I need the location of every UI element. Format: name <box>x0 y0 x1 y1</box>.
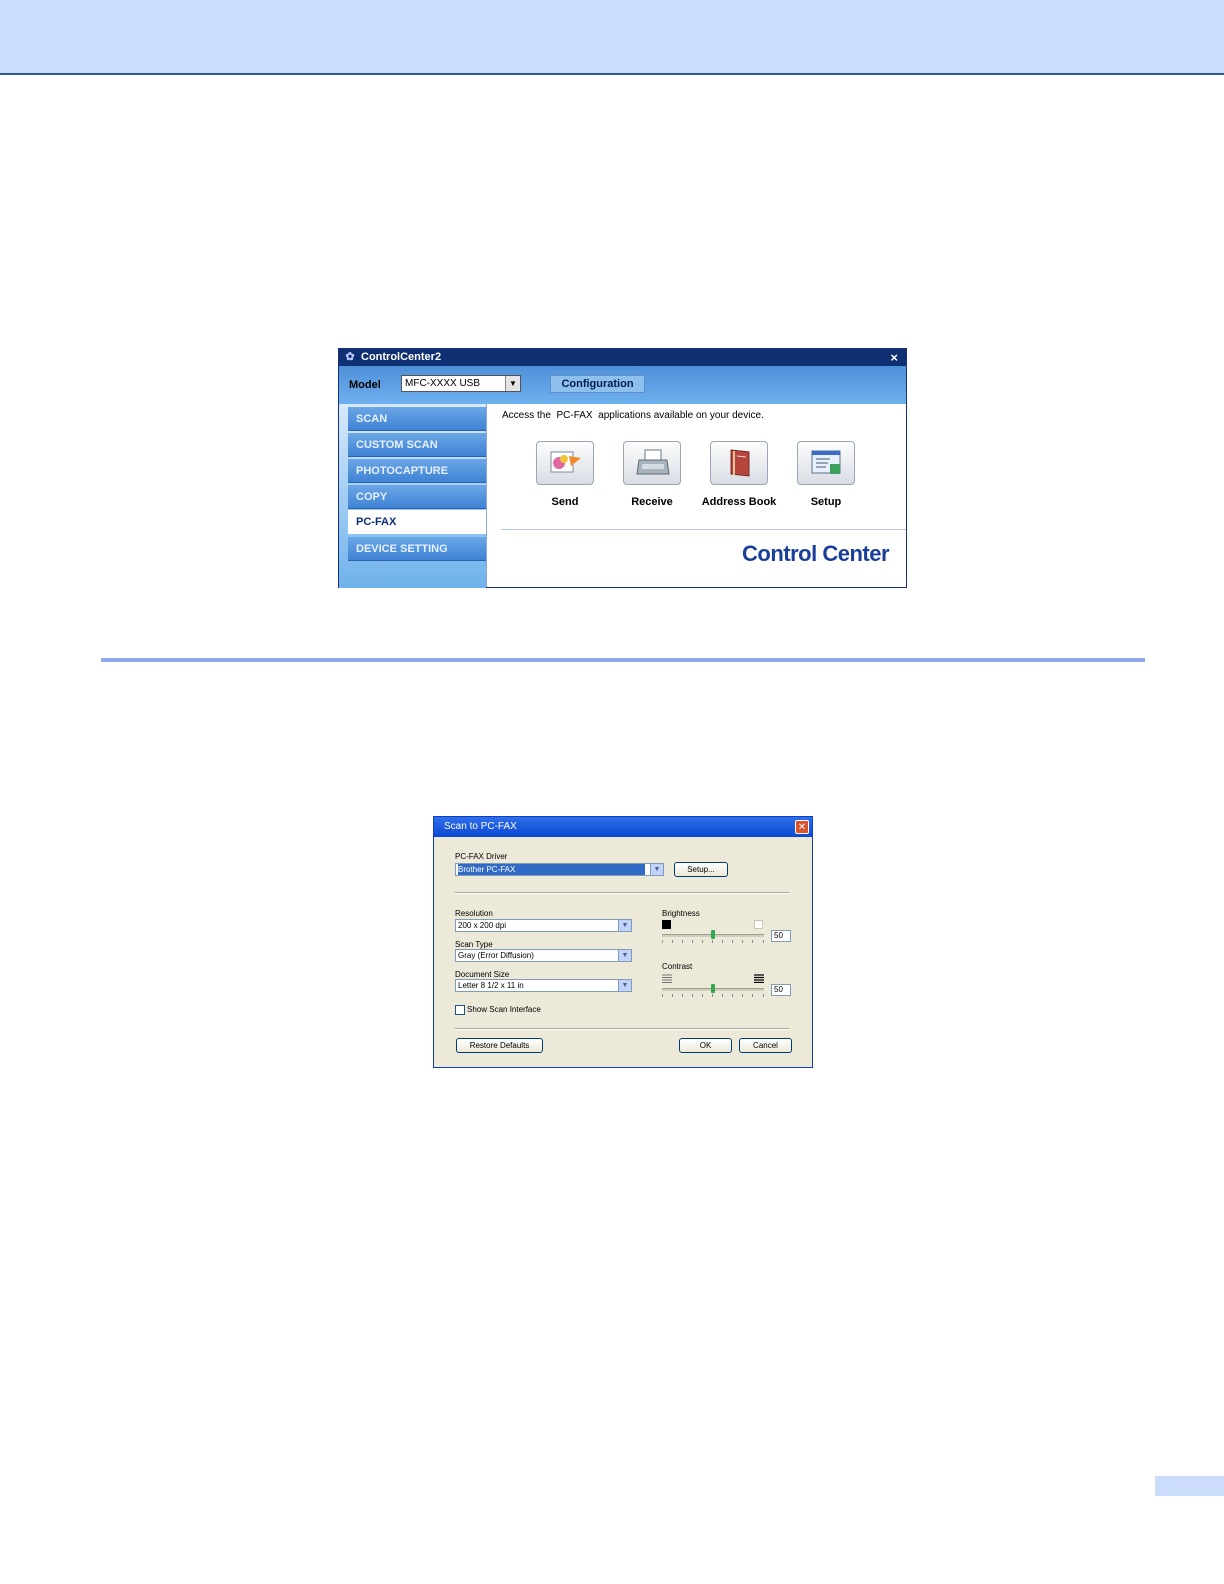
high-contrast-icon <box>754 974 764 983</box>
window-titlebar: ✿ ControlCenter2 × <box>339 349 906 366</box>
section-rule <box>101 658 1145 662</box>
setup-label: Setup <box>810 496 842 508</box>
send-icon <box>550 451 581 473</box>
send-label: Send <box>551 496 579 508</box>
page-header-band <box>0 0 1224 75</box>
document-size-label: Document Size <box>455 970 510 979</box>
show-scan-interface-checkbox[interactable] <box>455 1005 465 1015</box>
address-book-label: Address Book <box>701 496 777 508</box>
dialog-close-icon[interactable]: ✕ <box>795 820 809 834</box>
setup-button[interactable]: Setup... <box>674 862 728 877</box>
dialog-titlebar: Scan to PC-FAX ✕ <box>434 817 812 837</box>
tab-custom-scan[interactable]: CUSTOM SCAN <box>348 433 486 457</box>
address-book-button[interactable] <box>710 441 768 485</box>
low-contrast-icon <box>662 974 672 983</box>
resolution-label: Resolution <box>455 909 493 918</box>
receive-button[interactable] <box>623 441 681 485</box>
brightness-ticks <box>662 940 764 944</box>
brightness-label: Brightness <box>662 909 700 918</box>
tab-pc-fax[interactable]: PC-FAX <box>348 510 486 534</box>
panel-divider <box>501 529 906 530</box>
send-button[interactable] <box>536 441 594 485</box>
address-book-icon <box>730 449 750 477</box>
contrast-value-field[interactable]: 50 <box>771 984 791 996</box>
setup-app[interactable]: Setup <box>786 441 866 508</box>
model-select-value: MFC-XXXX USB <box>405 378 481 389</box>
close-icon[interactable]: × <box>890 349 898 366</box>
dialog-title: Scan to PC-FAX <box>444 821 517 832</box>
setup-icon <box>811 450 841 474</box>
setup-button[interactable] <box>797 441 855 485</box>
document-size-select[interactable]: Letter 8 1/2 x 11 in ▼ <box>455 979 632 992</box>
scan-type-value: Gray (Error Diffusion) <box>458 951 534 960</box>
pcfax-driver-label: PC-FAX Driver <box>455 852 508 861</box>
tab-scan[interactable]: SCAN <box>348 407 486 431</box>
configuration-button[interactable]: Configuration <box>550 375 645 393</box>
dark-swatch-icon <box>662 920 671 929</box>
main-panel: Access the PC-FAX applications available… <box>486 404 906 587</box>
page-number-tab <box>1155 1476 1224 1496</box>
panel-description: Access the PC-FAX applications available… <box>502 410 764 421</box>
chevron-down-icon[interactable]: ▼ <box>618 950 631 961</box>
control-center-logo: Control Center <box>742 541 890 566</box>
tab-device-setting[interactable]: DEVICE SETTING <box>348 537 486 561</box>
cancel-button[interactable]: Cancel <box>739 1038 792 1053</box>
chevron-down-icon[interactable]: ▼ <box>505 376 520 391</box>
model-select[interactable]: MFC-XXXX USB ▼ <box>401 375 521 392</box>
show-scan-interface-label: Show Scan Interface <box>467 1005 541 1014</box>
window-title: ControlCenter2 <box>361 351 442 363</box>
fax-machine-icon <box>636 449 670 475</box>
tab-photocapture[interactable]: PHOTOCAPTURE <box>348 459 486 483</box>
pcfax-driver-select[interactable]: Brother PC-FAX ▼ <box>455 863 664 876</box>
dialog-separator-bottom <box>455 1028 789 1030</box>
chevron-down-icon[interactable]: ▼ <box>618 980 631 991</box>
address-book-app[interactable]: Address Book <box>699 441 779 508</box>
scan-to-pcfax-dialog: Scan to PC-FAX ✕ PC-FAX Driver Brother P… <box>433 816 813 1068</box>
contrast-slider-thumb[interactable] <box>711 984 715 993</box>
pcfax-driver-value: Brother PC-FAX <box>458 864 645 875</box>
contrast-label: Contrast <box>662 962 693 971</box>
brightness-value-field[interactable]: 50 <box>771 930 791 942</box>
chevron-down-icon[interactable]: ▼ <box>650 864 663 875</box>
contrast-ticks <box>662 994 764 998</box>
scan-type-label: Scan Type <box>455 940 493 949</box>
receive-label: Receive <box>631 496 673 508</box>
scan-type-select[interactable]: Gray (Error Diffusion) ▼ <box>455 949 632 962</box>
model-toolbar: Model MFC-XXXX USB ▼ Configuration <box>339 366 906 404</box>
model-label: Model <box>349 379 381 391</box>
sidebar: SCAN CUSTOM SCAN PHOTOCAPTURE COPY PC-FA… <box>339 404 486 588</box>
brightness-slider-thumb[interactable] <box>711 930 715 939</box>
controlcenter2-window: ✿ ControlCenter2 × Model MFC-XXXX USB ▼ … <box>338 348 907 588</box>
resolution-select[interactable]: 200 x 200 dpi ▼ <box>455 919 632 932</box>
dialog-separator-top <box>455 892 789 894</box>
send-app[interactable]: Send <box>525 441 605 508</box>
document-size-value: Letter 8 1/2 x 11 in <box>458 981 524 990</box>
light-swatch-icon <box>754 920 763 929</box>
resolution-value: 200 x 200 dpi <box>458 921 507 930</box>
controlcenter-app-icon: ✿ <box>345 351 355 363</box>
restore-defaults-button[interactable]: Restore Defaults <box>456 1038 543 1053</box>
tab-copy[interactable]: COPY <box>348 485 486 509</box>
ok-button[interactable]: OK <box>679 1038 732 1053</box>
receive-app[interactable]: Receive <box>612 441 692 508</box>
chevron-down-icon[interactable]: ▼ <box>618 920 631 931</box>
